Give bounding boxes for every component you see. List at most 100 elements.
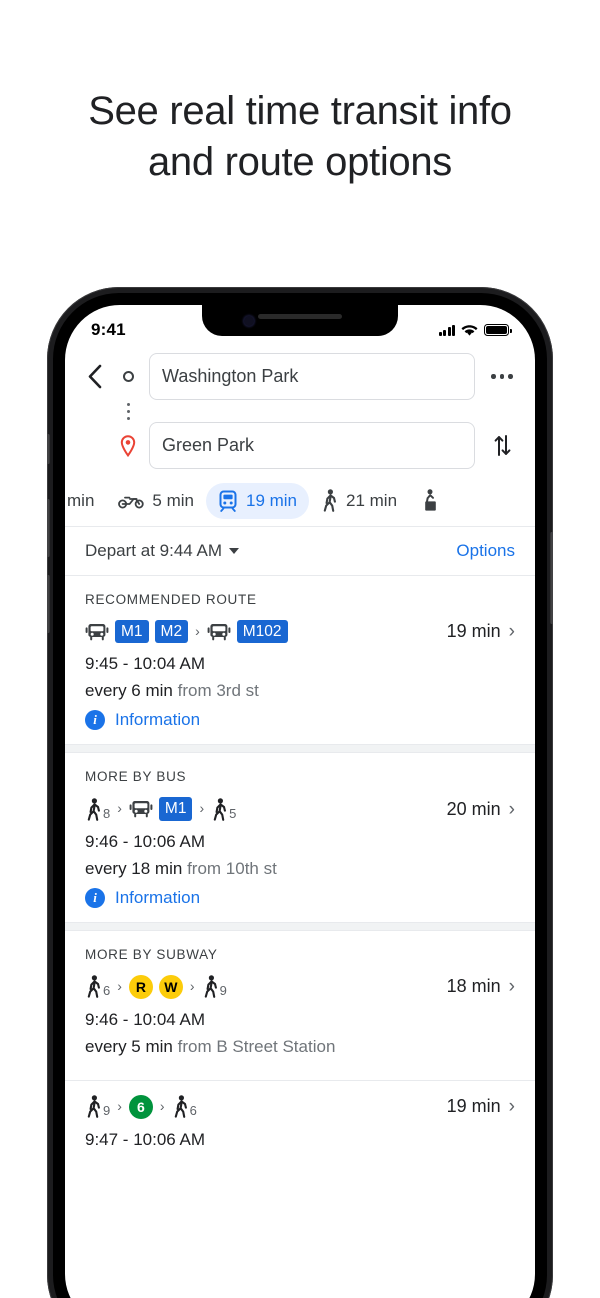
walk-leg: 6 [85,975,111,999]
bus-icon [129,799,153,819]
origin-row: Washington Park [81,353,519,400]
tab-walking-label: 21 min [346,490,398,510]
origin-input[interactable]: Washington Park [149,353,475,400]
route-row[interactable]: 6 › R W › 9 18 min › [85,974,515,999]
back-button[interactable] [81,364,107,389]
transit-icon [218,490,238,512]
section-more-by-bus: MORE BY BUS 8 › M1 › 5 20 min › 9:46 - 1… [65,753,535,922]
leg-separator: › [199,800,205,817]
information-link[interactable]: i Information [85,710,515,731]
route-duration: 19 min › [447,1096,515,1117]
route-legs: 9 › 6 › 6 [85,1094,197,1119]
phone-mockup: 9:41 Washington Park Green Park min 5 mi… [47,287,553,1298]
route-badge: M1 [115,620,149,644]
section-label: MORE BY SUBWAY [85,946,218,962]
chevron-right-icon[interactable]: › [509,800,515,819]
tab-driving[interactable]: min [65,484,106,518]
swap-endpoints-icon [494,435,510,456]
wifi-icon [461,324,478,336]
route-frequency: every 5 min from B Street Station [85,1037,515,1057]
chevron-right-icon[interactable]: › [509,977,515,996]
walk-minutes: 6 [189,1103,197,1119]
walk-minutes: 8 [103,805,111,821]
leg-separator: › [117,1097,122,1114]
leg-separator: › [159,1097,165,1114]
walk-minutes: 6 [103,983,111,999]
section-more-by-subway: MORE BY SUBWAY 6 › R W › 9 18 min › 9:46… [65,930,535,1080]
earpiece-speaker [258,314,342,319]
route-badge: M1 [158,797,193,821]
route-row[interactable]: M1 M2 › M102 19 min › [85,620,515,644]
swap-endpoints-button[interactable] [485,433,519,458]
motorcycle-icon [118,492,145,509]
back-chevron-icon [88,364,101,389]
route-legs: 6 › R W › 9 [85,974,227,999]
route-frequency-strong: every 5 min [85,1036,173,1056]
walking-icon [321,489,338,512]
chevron-right-icon[interactable]: › [509,622,515,641]
subway-line-badge: R [128,974,153,999]
bus-icon [85,622,109,642]
leg-separator: › [117,800,122,817]
walk-leg: 9 [85,1095,110,1119]
status-bar-time: 9:41 [91,320,126,339]
battery-icon [484,324,512,336]
route-legs: 8 › M1 › 5 [85,797,236,821]
overflow-menu-button[interactable] [485,374,519,379]
walk-leg: 9 [202,975,227,999]
route-duration-label: 19 min [446,1096,501,1117]
depart-time-selector[interactable]: Depart at 9:44 AM [85,541,240,561]
volume-up-button[interactable] [47,499,50,557]
tab-walking[interactable]: 21 min [309,482,409,519]
volume-down-button[interactable] [47,575,50,633]
subway-line-badge: 6 [128,1094,153,1119]
walking-icon [174,1095,187,1119]
tab-motorcycle[interactable]: 5 min [106,484,206,518]
endpoint-connector-row [81,400,519,422]
tab-rideshare[interactable] [409,482,460,519]
route-legs: M1 M2 › M102 [85,620,288,644]
front-camera-icon [244,316,254,326]
route-entry-partial: 9 › 6 › 6 19 min › 9:47 - 10:06 AM [65,1080,535,1171]
headline-line-1: See real time transit info [88,89,512,133]
route-times: 9:47 - 10:06 AM [85,1129,206,1149]
destination-input[interactable]: Green Park [149,422,475,469]
status-bar-icons [438,324,512,337]
power-button[interactable] [550,532,553,624]
route-times: 9:46 - 10:04 AM [85,1009,206,1029]
vertical-dots-icon [126,400,130,422]
route-frequency: every 18 min from 10th st [85,859,515,879]
more-options-icon [491,374,513,379]
route-badge: M102 [236,620,288,644]
route-frequency: every 6 min from 3rd st [85,681,515,701]
route-duration-label: 18 min [446,976,501,997]
route-frequency-strong: every 6 min [85,681,173,701]
connector-dots [117,400,139,422]
page-title: See real time transit info and route opt… [0,86,600,188]
leg-separator: › [189,977,195,994]
walk-leg: 5 [211,797,236,821]
cellular-signal-icon [438,324,455,336]
section-divider [65,744,535,754]
chevron-right-icon[interactable]: › [509,1097,515,1116]
information-link[interactable]: i Information [85,887,515,908]
tab-transit[interactable]: 19 min [205,482,310,519]
walk-leg: 8 [85,797,111,821]
route-row[interactable]: 9 › 6 › 6 19 min › [85,1094,515,1119]
headline-line-2: and route options [147,140,453,184]
route-row[interactable]: 8 › M1 › 5 20 min › [85,797,515,821]
tab-transit-label: 19 min [245,490,298,510]
mute-switch[interactable] [47,434,50,464]
route-times: 9:46 - 10:06 AM [85,831,206,851]
section-label: MORE BY BUS [85,769,187,785]
route-frequency-strong: every 18 min [85,858,183,878]
destination-marker [117,434,139,457]
promo-page: See real time transit info and route opt… [0,0,600,1298]
bus-icon [207,622,231,642]
destination-value: Green Park [162,435,255,455]
info-icon: i [85,710,105,731]
origin-value: Washington Park [162,366,299,386]
route-frequency-origin: from B Street Station [177,1036,336,1056]
options-link[interactable]: Options [456,541,515,561]
route-duration-label: 19 min [446,621,501,642]
